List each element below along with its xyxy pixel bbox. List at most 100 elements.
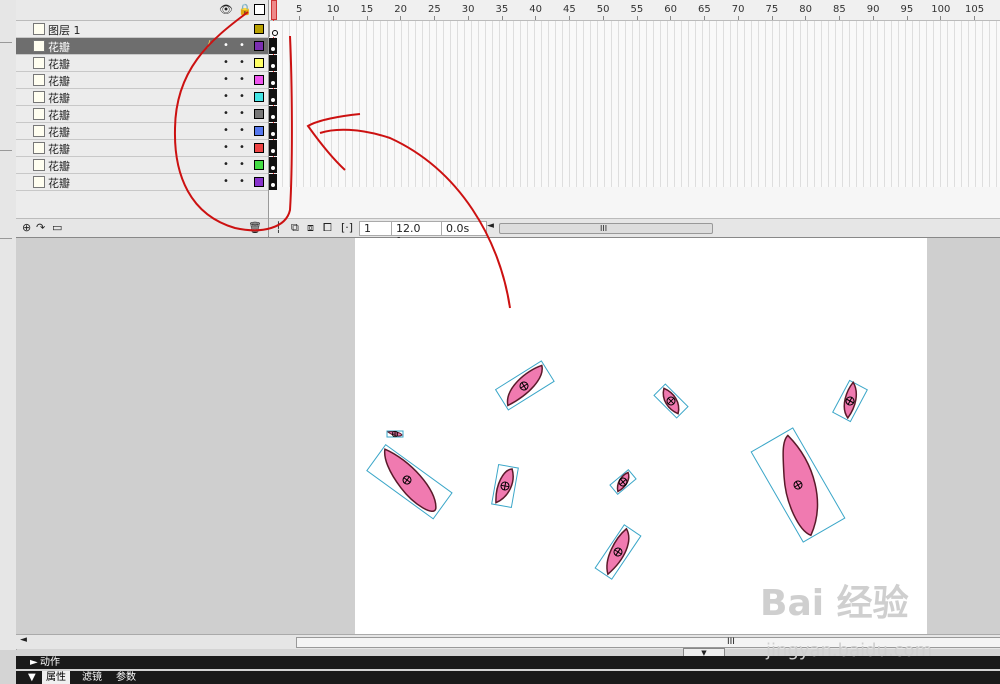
layer-name[interactable]: 花瓣 <box>48 175 70 191</box>
add-motion-guide-icon[interactable]: ↷ <box>36 221 45 234</box>
watermark-logo: Bai 经验 <box>760 583 909 624</box>
petal-symbol[interactable] <box>653 383 689 419</box>
ruler-tick-mark <box>569 16 570 20</box>
layer-color-swatch[interactable] <box>254 143 264 153</box>
eye-icon[interactable]: 👁 <box>219 3 233 16</box>
petal-symbol[interactable] <box>494 360 555 411</box>
lock-dot[interactable]: • <box>239 91 245 102</box>
frame-ruler[interactable]: 5 10 15 20 25 30 35 40 45 50 55 60 65 70 75 80 85 90 95 100… <box>269 0 1000 21</box>
keyframe[interactable] <box>269 55 277 71</box>
center-frame-icon[interactable]: ┆ <box>275 221 282 234</box>
petal-symbol[interactable] <box>750 427 846 543</box>
layer-footer: ⊕ ↷ ▭ 🗑 <box>16 218 268 237</box>
petal-symbol[interactable] <box>609 468 637 496</box>
layer-name[interactable]: 花瓣 <box>48 39 70 55</box>
layer-name[interactable]: 花瓣 <box>48 73 70 89</box>
scroll-left-arrow[interactable]: ◄ <box>20 635 27 645</box>
layer-color-swatch[interactable] <box>254 109 264 119</box>
petal-symbol[interactable] <box>491 463 519 509</box>
layer-color-swatch[interactable] <box>254 126 264 136</box>
lock-dot[interactable]: • <box>239 40 245 51</box>
keyframe[interactable] <box>269 106 277 122</box>
petal-symbol[interactable] <box>832 379 868 423</box>
timeline-scrollbar[interactable]: III <box>499 223 713 234</box>
layer-name[interactable]: 花瓣 <box>48 56 70 72</box>
layer-row[interactable]: 花瓣 • • <box>16 55 268 72</box>
insert-layer-icon[interactable]: ⊕ <box>22 221 31 234</box>
trash-icon[interactable]: 🗑 <box>248 221 262 234</box>
ruler-tick-label: 95 <box>900 4 914 15</box>
layer-row[interactable]: 花瓣 • • <box>16 140 268 157</box>
frame-rate-field[interactable]: 12.0 fps <box>391 221 445 248</box>
petal-symbol[interactable] <box>594 524 642 580</box>
keyframe[interactable] <box>269 89 277 105</box>
layer-color-swatch[interactable] <box>254 24 264 34</box>
layer-name[interactable]: 花瓣 <box>48 107 70 123</box>
keyframe[interactable] <box>269 21 278 37</box>
keyframe[interactable] <box>269 174 277 190</box>
lock-dot[interactable]: • <box>239 159 245 170</box>
ruler-tick-mark <box>839 16 840 20</box>
layer-name[interactable]: 花瓣 <box>48 90 70 106</box>
layer-color-swatch[interactable] <box>254 92 264 102</box>
keyframe[interactable] <box>269 157 277 173</box>
layer-name[interactable]: 花瓣 <box>48 158 70 174</box>
visibility-dot[interactable]: • <box>223 125 229 136</box>
layer-row[interactable]: 花瓣 / • • <box>16 38 268 55</box>
onion-skin-outlines-icon[interactable]: ⧈ <box>307 221 314 235</box>
frame-grid[interactable] <box>269 21 1000 187</box>
keyframe[interactable] <box>269 123 277 139</box>
layer-color-swatch[interactable] <box>254 177 264 187</box>
ruler-tick-label: 10 <box>326 4 340 15</box>
visibility-dot[interactable]: • <box>223 108 229 119</box>
layer-color-swatch[interactable] <box>254 58 264 68</box>
ruler-tick-mark <box>535 16 537 20</box>
lock-icon[interactable]: 🔒 <box>238 3 252 16</box>
layer-type-icon <box>33 40 45 52</box>
layer-row[interactable]: 花瓣 • • <box>16 89 268 106</box>
layer-type-icon <box>33 142 45 154</box>
modify-onion-markers-icon[interactable]: [·] <box>341 221 353 234</box>
playhead[interactable] <box>271 0 277 20</box>
lock-dot[interactable]: • <box>239 176 245 187</box>
scroll-left-arrow[interactable]: ◄ <box>487 221 494 231</box>
layer-type-icon <box>33 125 45 137</box>
visibility-dot[interactable]: • <box>223 159 229 170</box>
outline-square-icon[interactable] <box>254 4 265 15</box>
layer-row[interactable]: 花瓣 • • <box>16 174 268 191</box>
lock-dot[interactable]: • <box>239 125 245 136</box>
lock-dot[interactable]: • <box>239 57 245 68</box>
layer-color-swatch[interactable] <box>254 41 264 51</box>
lock-dot[interactable]: • <box>239 74 245 85</box>
visibility-dot[interactable]: • <box>223 74 229 85</box>
keyframe[interactable] <box>269 72 277 88</box>
petal-symbol[interactable] <box>366 444 453 520</box>
lock-dot[interactable]: • <box>239 108 245 119</box>
edit-multiple-frames-icon[interactable]: ⧠ <box>323 221 332 235</box>
tab-filters[interactable]: 滤镜 <box>78 671 106 684</box>
visibility-dot[interactable]: • <box>223 176 229 187</box>
onion-skin-icon[interactable]: ⧉ <box>291 221 299 235</box>
layer-row[interactable]: 花瓣 • • <box>16 123 268 140</box>
lock-dot[interactable]: • <box>239 142 245 153</box>
visibility-dot[interactable]: • <box>223 57 229 68</box>
tab-properties[interactable]: 属性 <box>42 671 70 684</box>
layer-color-swatch[interactable] <box>254 75 264 85</box>
visibility-dot[interactable]: • <box>223 91 229 102</box>
petal-symbol[interactable] <box>386 430 404 438</box>
layer-row[interactable]: 花瓣 • • <box>16 106 268 123</box>
tab-parameters[interactable]: 参数 <box>112 671 140 684</box>
visibility-dot[interactable]: • <box>223 40 229 51</box>
layer-name[interactable]: 花瓣 <box>48 141 70 157</box>
ruler-tick-label: 30 <box>461 4 475 15</box>
layer-row[interactable]: 花瓣 • • <box>16 72 268 89</box>
layer-name[interactable]: 花瓣 <box>48 124 70 140</box>
visibility-dot[interactable]: • <box>223 142 229 153</box>
layer-color-swatch[interactable] <box>254 160 264 170</box>
insert-folder-icon[interactable]: ▭ <box>52 221 62 234</box>
layer-row[interactable]: 图层 1 <box>16 21 268 38</box>
keyframe[interactable] <box>269 38 277 54</box>
layer-row[interactable]: 花瓣 • • <box>16 157 268 174</box>
layer-name[interactable]: 图层 1 <box>48 22 81 38</box>
keyframe[interactable] <box>269 140 277 156</box>
